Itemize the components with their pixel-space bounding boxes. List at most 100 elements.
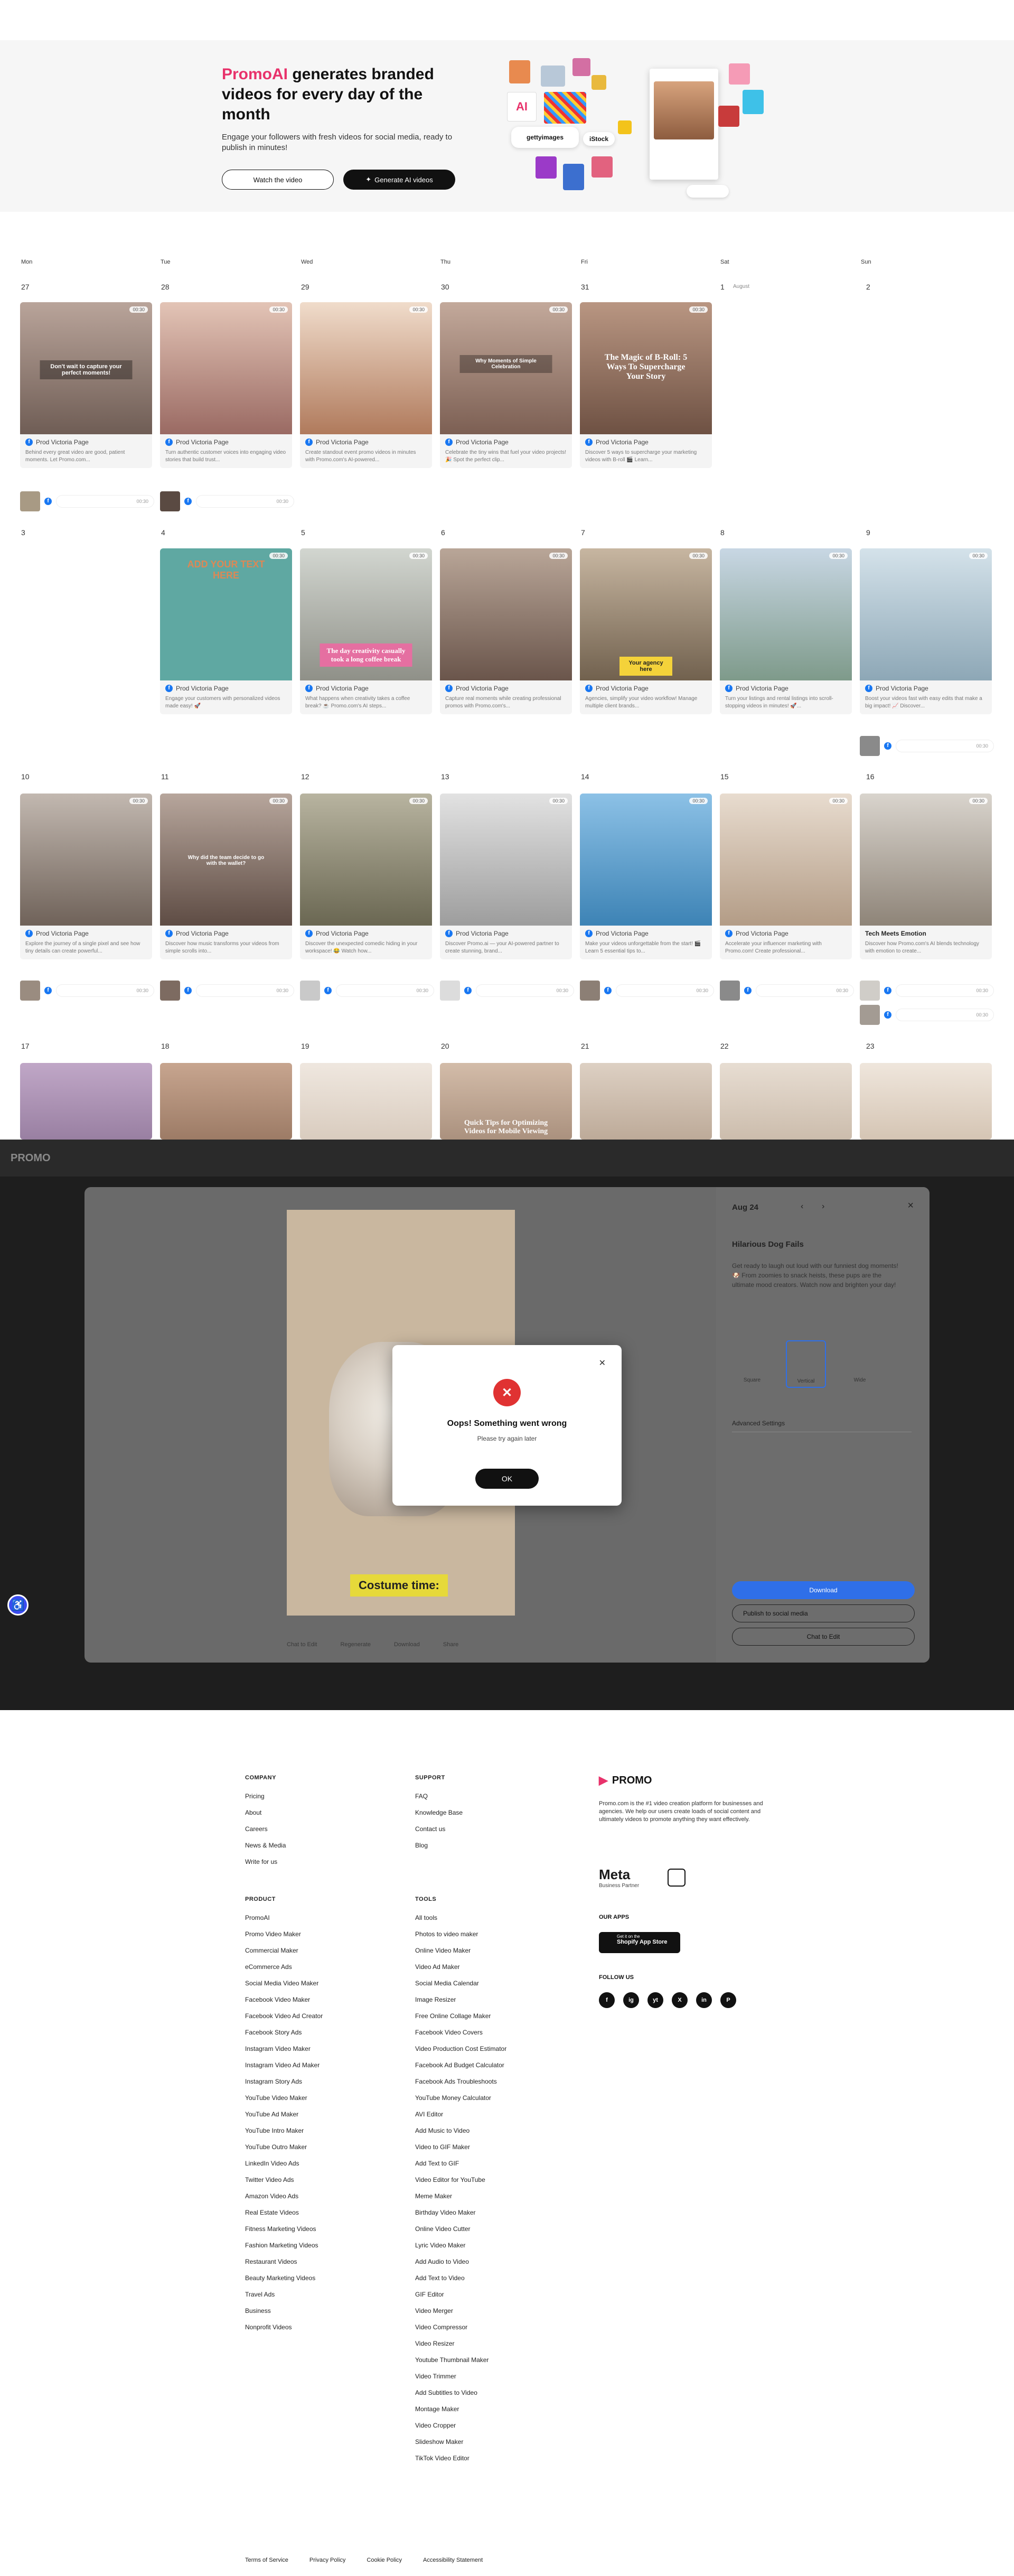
footer-link[interactable]: Slideshow Maker (415, 2438, 506, 2454)
watch-video-button[interactable]: Watch the video (222, 170, 334, 190)
footer-link[interactable]: Video Trimmer (415, 2373, 506, 2389)
post-card[interactable]: 00:30 f Prod Victoria Page Boost your vide… (860, 548, 992, 714)
post-card[interactable]: 00:30 Your agency here f Prod Victoria Pa… (580, 548, 712, 714)
footer-link[interactable]: Real Estate Videos (245, 2209, 323, 2225)
footer-link[interactable]: Video to GIF Maker (415, 2143, 506, 2160)
post-card[interactable]: 00:30 f Prod Victoria Page Turn authentic … (160, 302, 292, 468)
post-card[interactable]: 00:30 f Prod Victoria Page Make your video… (580, 794, 712, 959)
x-icon[interactable]: X (672, 1992, 688, 2008)
footer-link[interactable]: Facebook Ads Troubleshoots (415, 2078, 506, 2094)
footer-logo[interactable]: ▶ PROMO (599, 1774, 652, 1787)
footer-link[interactable]: Nonprofit Videos (245, 2323, 323, 2340)
post-card[interactable]: 00:30 Why did the team decide to go with… (160, 794, 292, 959)
footer-link[interactable]: Add Music to Video (415, 2127, 506, 2143)
close-icon[interactable]: × (907, 1200, 914, 1212)
footer-link[interactable]: Facebook Video Ad Creator (245, 2012, 323, 2029)
footer-link[interactable]: Video Merger (415, 2307, 506, 2323)
footer-link[interactable]: Commercial Maker (245, 1947, 323, 1963)
footer-link[interactable]: FAQ (415, 1793, 463, 1809)
mini-post[interactable]: f 00:30 (20, 491, 154, 511)
mini-post[interactable]: f 00:30 (860, 1005, 994, 1025)
generate-ai-videos-button[interactable]: ✦ Generate AI videos (343, 170, 455, 190)
mini-post[interactable]: f 00:30 (160, 491, 294, 511)
footer-link[interactable]: Twitter Video Ads (245, 2176, 323, 2192)
footer-link[interactable]: YouTube Money Calculator (415, 2094, 506, 2111)
footer-link[interactable]: Facebook Video Covers (415, 2029, 506, 2045)
linkedin-icon[interactable]: in (696, 1992, 712, 2008)
footer-link[interactable]: Contact us (415, 1825, 463, 1842)
privacy-link[interactable]: Privacy Policy (309, 2557, 345, 2563)
footer-link[interactable]: Online Video Cutter (415, 2225, 506, 2242)
footer-link[interactable]: Beauty Marketing Videos (245, 2274, 323, 2291)
post-card[interactable]: 00:30 f Prod Victoria Page Turn your listi… (720, 548, 852, 714)
footer-link[interactable]: Photos to video maker (415, 1930, 506, 1947)
footer-link[interactable]: Restaurant Videos (245, 2258, 323, 2274)
footer-link[interactable]: YouTube Video Maker (245, 2094, 323, 2111)
footer-link[interactable]: Pricing (245, 1793, 286, 1809)
footer-link[interactable]: Video Cropper (415, 2422, 506, 2438)
footer-link[interactable]: Instagram Video Maker (245, 2045, 323, 2061)
close-icon[interactable]: ✕ (599, 1358, 606, 1368)
post-card[interactable]: 00:30 f Prod Victoria Page Accelerate your… (720, 794, 852, 959)
ok-button[interactable]: OK (475, 1469, 539, 1489)
post-card[interactable] (720, 1063, 852, 1140)
chat-to-edit-action[interactable]: Chat to Edit (287, 1641, 317, 1648)
format-wide[interactable]: Wide (840, 1340, 880, 1388)
pinterest-icon[interactable]: P (720, 1992, 736, 2008)
publish-social-button[interactable]: Publish to social media (732, 1604, 915, 1622)
advanced-settings-toggle[interactable]: Advanced Settings (732, 1414, 912, 1432)
footer-link[interactable]: About (245, 1809, 286, 1825)
footer-link[interactable]: YouTube Outro Maker (245, 2143, 323, 2160)
youtube-icon[interactable]: yt (647, 1992, 663, 2008)
footer-link[interactable]: Social Media Video Maker (245, 1980, 323, 1996)
post-card[interactable] (20, 1063, 152, 1140)
footer-link[interactable]: YouTube Ad Maker (245, 2111, 323, 2127)
footer-link[interactable]: Knowledge Base (415, 1809, 463, 1825)
shopify-app-store-button[interactable]: Get it on the Shopify App Store (599, 1932, 680, 1953)
footer-link[interactable]: Video Compressor (415, 2323, 506, 2340)
download-action[interactable]: Download (394, 1641, 420, 1648)
mini-post[interactable]: f 00:30 (580, 981, 714, 1001)
footer-link[interactable]: Business (245, 2307, 323, 2323)
footer-link[interactable]: Instagram Video Ad Maker (245, 2061, 323, 2078)
download-button[interactable]: Download (732, 1581, 915, 1599)
footer-link[interactable]: LinkedIn Video Ads (245, 2160, 323, 2176)
post-card[interactable]: 00:30 f Prod Victoria Page Discover the un… (300, 794, 432, 959)
next-date-chevron-icon[interactable]: › (822, 1202, 824, 1211)
footer-link[interactable]: Video Production Cost Estimator (415, 2045, 506, 2061)
instagram-icon[interactable]: ig (623, 1992, 639, 2008)
post-card[interactable]: 00:30 f Prod Victoria Page Create standout… (300, 302, 432, 468)
post-card[interactable] (160, 1063, 292, 1140)
post-card[interactable]: Quick Tips for Optimizing Videos for Mob… (440, 1063, 572, 1140)
accessibility-link[interactable]: Accessibility Statement (423, 2557, 483, 2563)
format-vertical[interactable]: Vertical (786, 1340, 826, 1388)
footer-link[interactable]: Amazon Video Ads (245, 2192, 323, 2209)
mini-post[interactable]: f 00:30 (20, 981, 154, 1001)
facebook-icon[interactable]: f (599, 1992, 615, 2008)
post-card[interactable] (860, 1063, 992, 1140)
footer-link[interactable]: YouTube Intro Maker (245, 2127, 323, 2143)
footer-link[interactable]: Facebook Ad Budget Calculator (415, 2061, 506, 2078)
footer-link[interactable]: Meme Maker (415, 2192, 506, 2209)
post-card[interactable] (300, 1063, 432, 1140)
footer-link[interactable]: Write for us (245, 1858, 286, 1874)
cookie-link[interactable]: Cookie Policy (367, 2557, 402, 2563)
footer-link[interactable]: GIF Editor (415, 2291, 506, 2307)
footer-link[interactable]: News & Media (245, 1842, 286, 1858)
post-card[interactable]: 00:30 f Prod Victoria Page Explore the jou… (20, 794, 152, 959)
post-card[interactable]: 00:30 Why Moments of Simple Celebration … (440, 302, 572, 468)
footer-link[interactable]: PromoAI (245, 1914, 323, 1930)
footer-link[interactable]: TikTok Video Editor (415, 2454, 506, 2471)
footer-link[interactable]: Facebook Story Ads (245, 2029, 323, 2045)
footer-link[interactable]: Facebook Video Maker (245, 1996, 323, 2012)
footer-link[interactable]: Birthday Video Maker (415, 2209, 506, 2225)
mini-post[interactable]: f 00:30 (720, 981, 854, 1001)
post-card[interactable]: 00:30 The Magic of B-Roll: 5 Ways To Sup… (580, 302, 712, 468)
footer-link[interactable]: Add Text to Video (415, 2274, 506, 2291)
footer-link[interactable]: Youtube Thumbnail Maker (415, 2356, 506, 2373)
footer-link[interactable]: Social Media Calendar (415, 1980, 506, 1996)
regenerate-action[interactable]: Regenerate (340, 1641, 371, 1648)
footer-link[interactable]: Careers (245, 1825, 286, 1842)
footer-link[interactable]: Image Resizer (415, 1996, 506, 2012)
footer-link[interactable]: Fitness Marketing Videos (245, 2225, 323, 2242)
